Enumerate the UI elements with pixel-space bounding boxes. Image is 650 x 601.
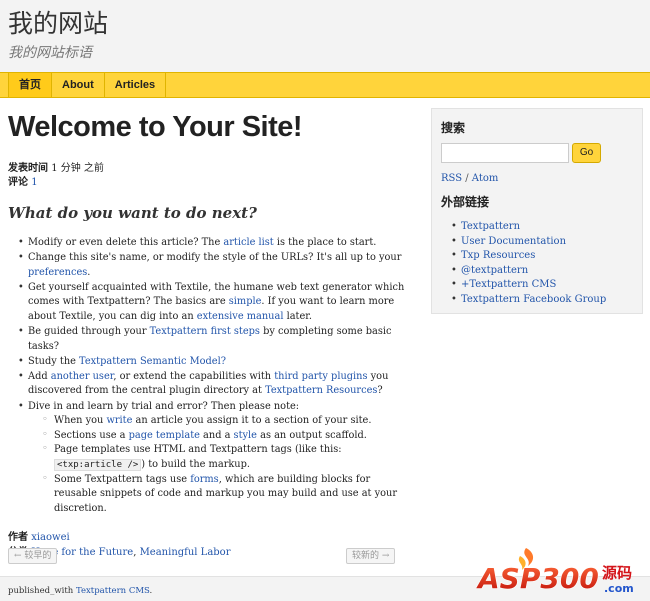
sidebar: 搜索 Go RSS / Atom 外部链接 Textpattern User D… xyxy=(431,108,643,314)
search-input[interactable] xyxy=(441,143,569,163)
main-nav: 首页 About Articles xyxy=(0,72,650,98)
external-link-item: User Documentation xyxy=(451,235,633,250)
link-textpattern[interactable]: Textpattern xyxy=(461,221,520,232)
search-go-button[interactable]: Go xyxy=(572,143,601,163)
page-template-link[interactable]: page template xyxy=(129,430,200,441)
site-header: 我的网站 我的网站标语 xyxy=(0,0,650,72)
category-link-2[interactable]: Meaningful Labor xyxy=(140,547,231,558)
link-facebook-group[interactable]: Textpattern Facebook Group xyxy=(461,294,606,305)
semantic-model-link[interactable]: Textpattern Semantic Model? xyxy=(79,356,226,367)
sub-list-item: Sections use a page template and a style… xyxy=(40,428,408,444)
external-links-list: Textpattern User Documentation Txp Resou… xyxy=(441,220,633,308)
article-title[interactable]: Welcome to Your Site! xyxy=(8,108,408,146)
article-subheading: What do you want to do next? xyxy=(8,204,257,222)
posted-label: 发表时间 xyxy=(8,163,48,174)
feed-links: RSS / Atom xyxy=(441,173,499,184)
link-txp-resources[interactable]: Txp Resources xyxy=(461,250,535,261)
site-slogan: 我的网站标语 xyxy=(8,45,92,61)
link-user-documentation[interactable]: User Documentation xyxy=(461,236,566,247)
nav-item-about[interactable]: About xyxy=(51,73,104,97)
footer-text: published_with Textpattern CMS. xyxy=(8,586,153,596)
article-list-link[interactable]: article list xyxy=(223,237,273,248)
list-item: Add another user, or extend the capabili… xyxy=(18,370,408,399)
list-item: Change this site's name, or modify the s… xyxy=(18,251,408,280)
nav-item-articles[interactable]: Articles xyxy=(103,73,167,97)
search-row: Go xyxy=(441,143,633,163)
list-item: Be guided through your Textpattern first… xyxy=(18,325,408,354)
extensive-manual-link[interactable]: extensive manual xyxy=(197,311,284,322)
asp300-watermark-logo: ASP300 源码 .com xyxy=(476,548,634,596)
external-link-item: Textpattern xyxy=(451,220,633,235)
comments-label: 评论 xyxy=(8,177,28,188)
external-link-item: Txp Resources xyxy=(451,249,633,264)
list-item: Modify or even delete this article? The … xyxy=(18,236,408,251)
third-party-plugins-link[interactable]: third party plugins xyxy=(274,371,367,382)
list-item: Study the Textpattern Semantic Model? xyxy=(18,355,408,370)
atom-link[interactable]: Atom xyxy=(472,173,499,184)
external-links-heading: 外部链接 xyxy=(441,195,490,209)
external-link-item: +Textpattern CMS xyxy=(451,278,633,293)
watermark-brand: ASP300 xyxy=(476,562,599,595)
nav-item-home[interactable]: 首页 xyxy=(8,73,51,97)
author-link[interactable]: xiaowei xyxy=(31,532,70,543)
search-heading: 搜索 xyxy=(441,121,466,135)
simple-link[interactable]: simple xyxy=(229,296,262,307)
style-link[interactable]: style xyxy=(234,430,257,441)
forms-link[interactable]: forms xyxy=(190,474,219,485)
another-user-link[interactable]: another user xyxy=(51,371,114,382)
sub-list-item: When you write an article you assign it … xyxy=(40,413,408,429)
posted-value: 1 分钟 之前 xyxy=(51,163,104,174)
txp-article-code: <txp:article /> xyxy=(54,458,142,471)
list-item: Dive in and learn by trial and error? Th… xyxy=(18,400,408,517)
first-steps-link[interactable]: Textpattern first steps xyxy=(150,326,260,337)
sub-list-item: Page templates use HTML and Textpattern … xyxy=(40,442,408,472)
watermark-domain: .com xyxy=(604,582,634,595)
author-label: 作者 xyxy=(8,532,28,544)
external-link-item: Textpattern Facebook Group xyxy=(451,293,633,308)
article-body-list: Modify or even delete this article? The … xyxy=(8,236,408,516)
external-link-item: @textpattern xyxy=(451,264,633,279)
older-button[interactable]: ← 较早的 xyxy=(8,548,58,564)
textpattern-resources-link[interactable]: Textpattern Resources xyxy=(265,385,377,396)
rss-link[interactable]: RSS xyxy=(441,173,462,184)
article: Welcome to Your Site! 发表时间 1 分钟 之前 评论 1 … xyxy=(8,108,408,560)
link-twitter[interactable]: @textpattern xyxy=(461,265,528,276)
footer-textpattern-link[interactable]: Textpattern CMS xyxy=(76,586,150,596)
sub-list-item: Some Textpattern tags use forms, which a… xyxy=(40,472,408,517)
watermark-cn: 源码 xyxy=(602,564,632,582)
link-google-plus[interactable]: +Textpattern CMS xyxy=(461,279,556,290)
comments-count-link[interactable]: 1 xyxy=(31,177,37,188)
article-meta: 发表时间 1 分钟 之前 评论 1 xyxy=(8,162,408,190)
newer-button[interactable]: 较新的 → xyxy=(346,548,396,564)
site-title[interactable]: 我的网站 xyxy=(8,4,108,40)
article-sub-list: When you write an article you assign it … xyxy=(28,413,408,517)
preferences-link[interactable]: preferences xyxy=(28,267,87,278)
list-item: Get yourself acquainted with Textile, th… xyxy=(18,281,408,325)
write-link[interactable]: write xyxy=(106,415,132,426)
